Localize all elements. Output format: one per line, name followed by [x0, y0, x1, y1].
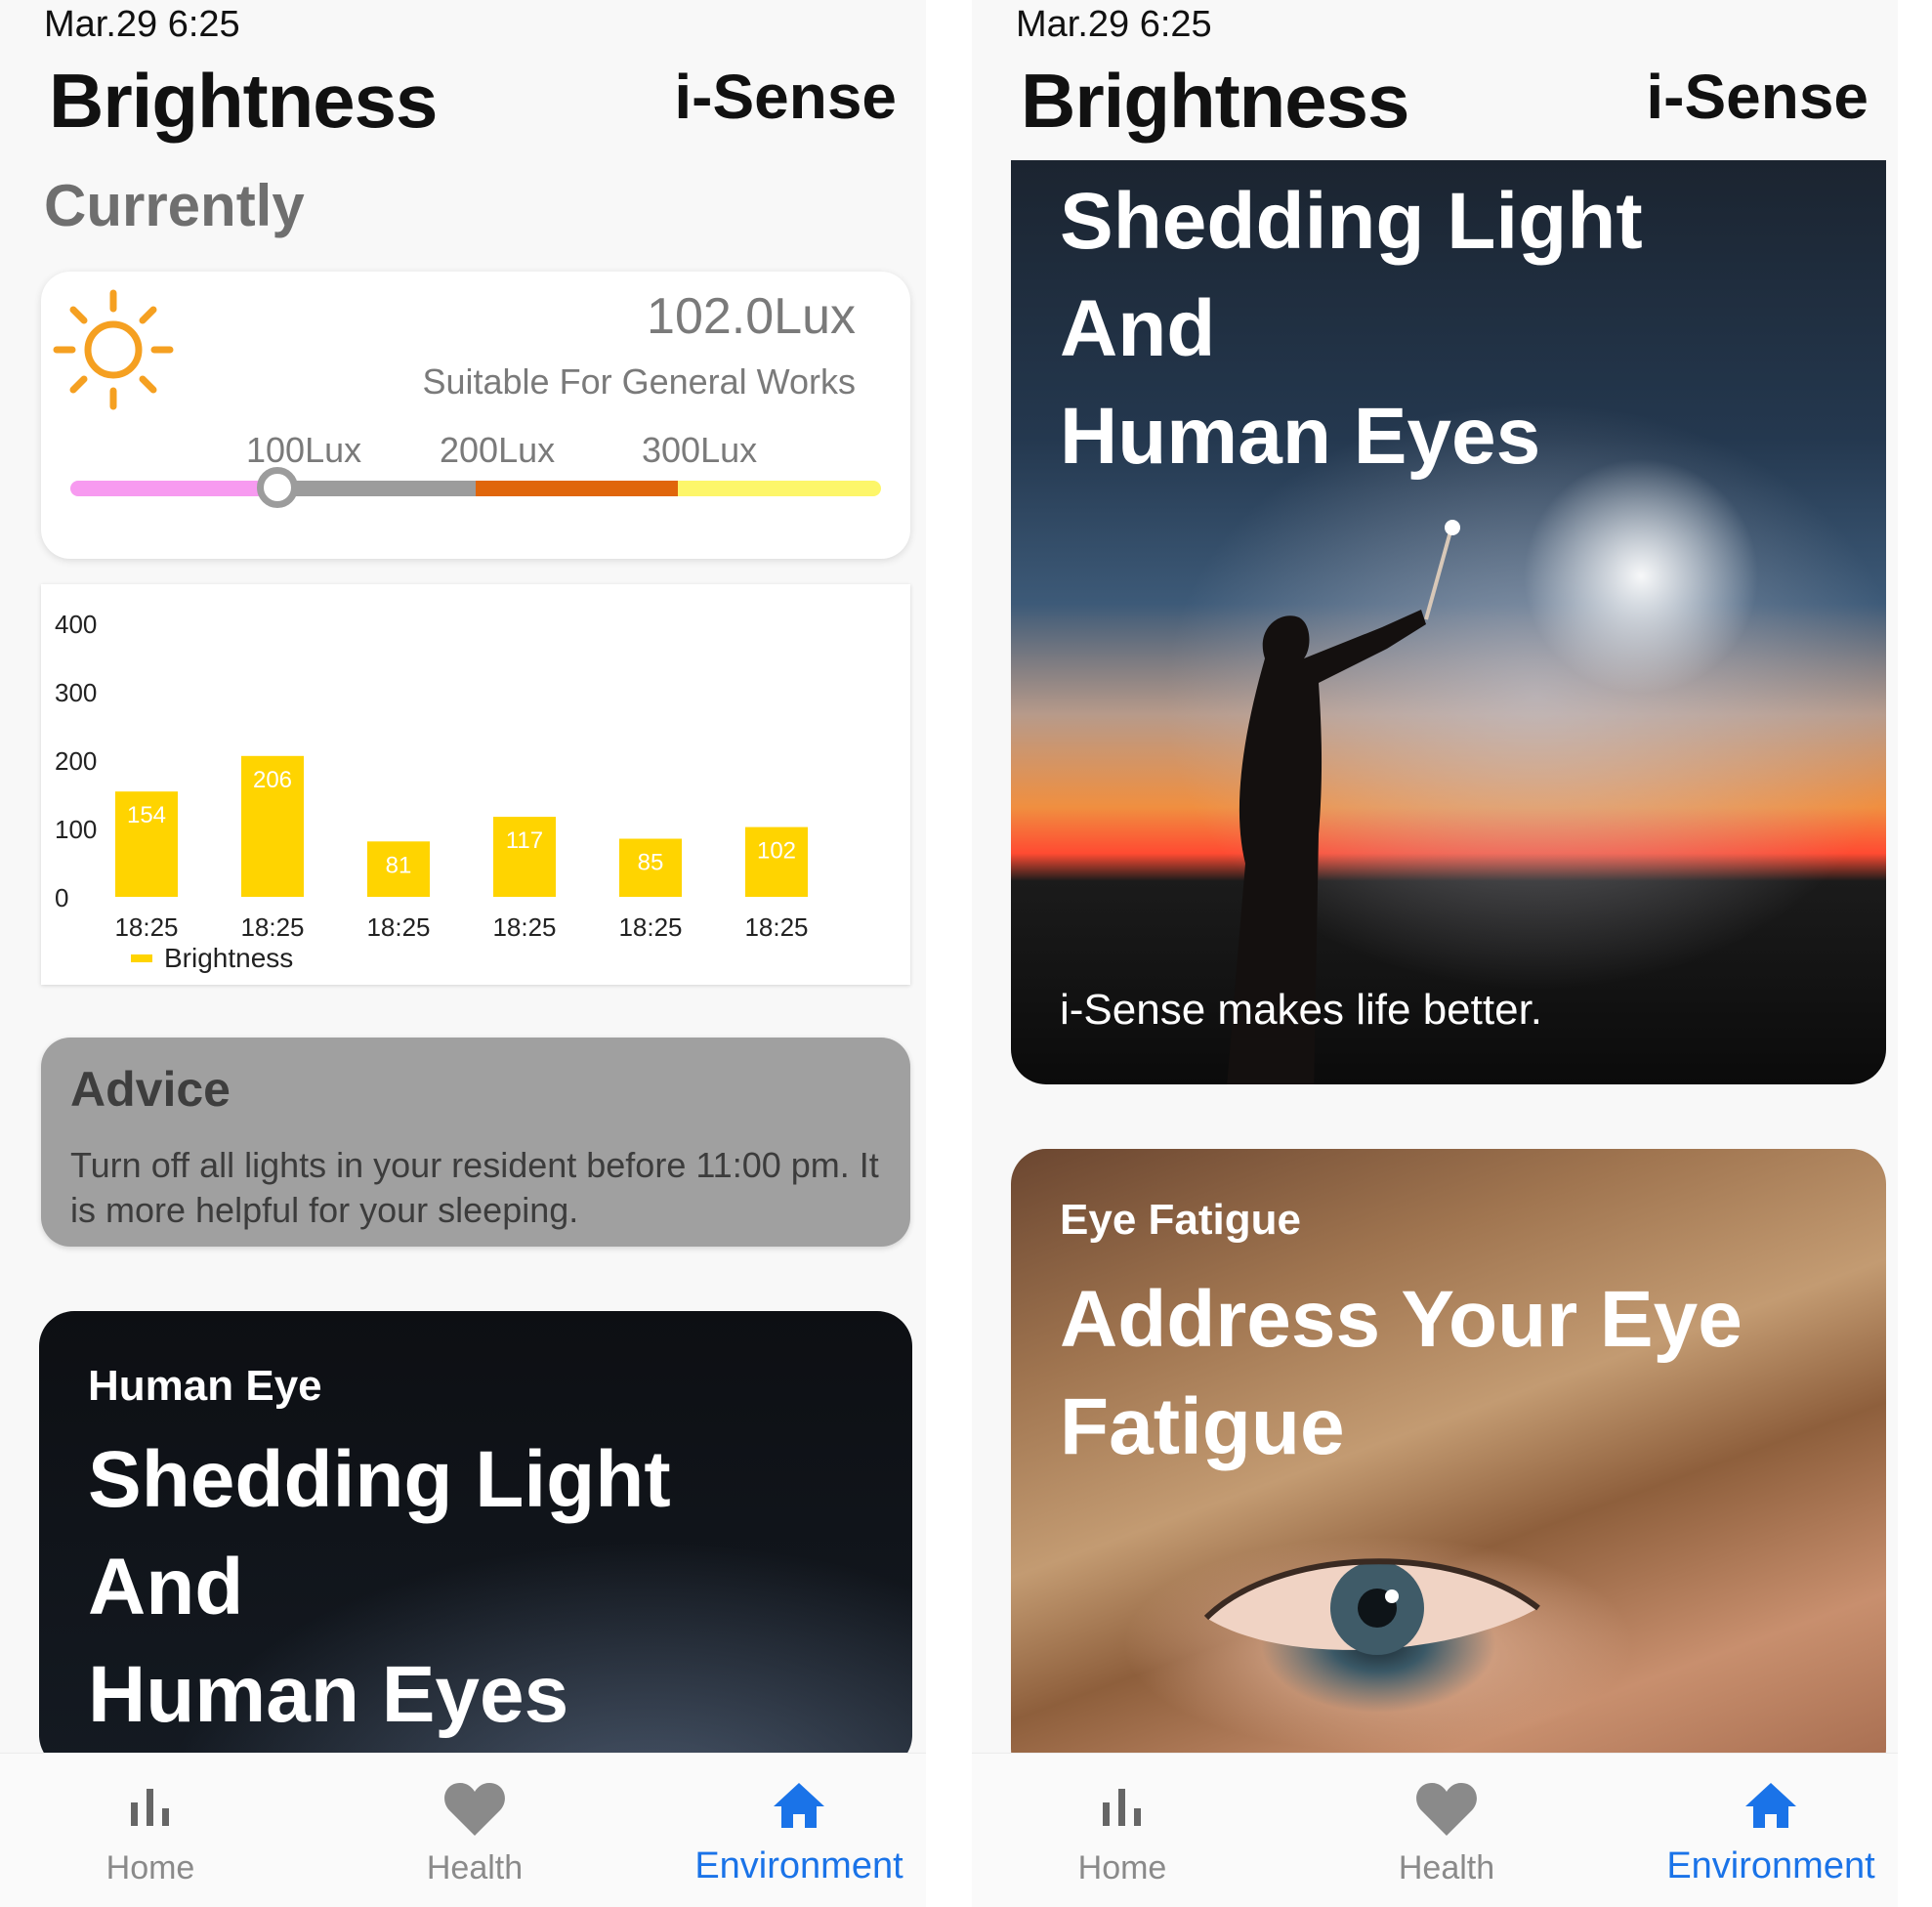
bar-value-label: 117 — [506, 827, 543, 854]
article-headline-line: Fatigue — [1060, 1382, 1345, 1471]
article-tagline: i-Sense makes life better. — [1060, 986, 1543, 1034]
home-icon — [774, 1783, 824, 1828]
sun-icon — [53, 289, 174, 410]
page-title: Brightness — [1021, 58, 1409, 144]
x-tick-label: 18:25 — [492, 912, 556, 942]
scale-segment-normal — [273, 481, 476, 496]
article-headline-line: And — [88, 1543, 244, 1632]
page-title: Brightness — [49, 58, 438, 144]
article-headline-line: And — [1060, 284, 1216, 373]
x-tick-label: 18:25 — [114, 912, 178, 942]
nav-item-environment[interactable]: Environment — [1624, 1754, 1898, 1907]
y-tick-label: 200 — [55, 746, 97, 776]
bottom-nav: Home Health Environment — [972, 1753, 1898, 1907]
article-headline-line: Human Eyes — [1060, 392, 1541, 481]
status-time: Mar.29 6:25 — [44, 4, 240, 45]
nav-label-health: Health — [426, 1849, 524, 1886]
bar-value-label: 81 — [386, 852, 412, 878]
scale-tick-200: 200Lux — [440, 430, 556, 470]
article-headline: Shedding Light And Human Eyes — [1060, 168, 1643, 490]
right-screen: Mar.29 6:25 Brightness i-Sense Shedding … — [972, 0, 1898, 1907]
article-headline-line: Shedding Light — [88, 1435, 671, 1524]
article-card-eye-fatigue[interactable]: Eye Fatigue Address Your Eye Fatigue — [1011, 1149, 1886, 1784]
nav-label-home: Home — [105, 1849, 195, 1886]
y-tick-label: 400 — [55, 610, 97, 639]
home-icon — [1745, 1783, 1796, 1828]
x-tick-label: 18:25 — [366, 912, 430, 942]
bar-value-label: 85 — [638, 850, 664, 876]
x-tick-label: 18:25 — [744, 912, 808, 942]
nav-label-home: Home — [1077, 1849, 1167, 1886]
article-headline-line: Human Eyes — [88, 1650, 569, 1739]
bar-value-label: 154 — [127, 802, 166, 828]
article-kicker: Human Eye — [88, 1362, 322, 1410]
scale-segment-bright — [476, 481, 678, 496]
section-heading-currently: Currently — [44, 173, 305, 238]
bar-chart-icon — [1103, 1789, 1141, 1826]
eye-image — [1203, 1558, 1540, 1655]
heart-icon — [1416, 1783, 1477, 1836]
scale-tick-100: 100Lux — [246, 430, 362, 470]
scale-segment-very-bright — [678, 481, 881, 496]
nav-item-home[interactable]: Home — [4, 1754, 297, 1907]
brand-logo: i-Sense — [674, 62, 897, 132]
nav-item-environment[interactable]: Environment — [652, 1754, 926, 1907]
lux-value: 102.0Lux — [647, 288, 856, 345]
advice-card[interactable]: Advice Turn off all lights in your resid… — [41, 1038, 910, 1247]
bar-chart-icon — [131, 1789, 169, 1826]
article-card-human-eye[interactable]: Human Eye Shedding Light And Human Eyes — [39, 1311, 912, 1770]
legend-swatch — [131, 954, 152, 962]
current-brightness-card: 102.0Lux Suitable For General Works 100L… — [41, 272, 910, 559]
nav-item-home[interactable]: Home — [976, 1754, 1269, 1907]
scale-tick-300: 300Lux — [642, 430, 758, 470]
bar-value-label: 102 — [757, 838, 796, 865]
status-time: Mar.29 6:25 — [1016, 4, 1212, 45]
brand-logo: i-Sense — [1646, 62, 1869, 132]
brightness-chart: 0 100 200 300 400 154 18:25 206 18:25 81 18:25 117 1… — [41, 584, 910, 985]
brightness-knob[interactable] — [256, 467, 298, 508]
article-kicker: Eye Fatigue — [1060, 1196, 1301, 1244]
y-tick-label: 100 — [55, 815, 97, 844]
brightness-chart-svg: 0 100 200 300 400 154 18:25 206 18:25 81 18:25 117 1… — [55, 610, 809, 973]
left-screen: Mar.29 6:25 Brightness i-Sense Currently… — [0, 0, 926, 1907]
article-headline: Shedding Light And Human Eyes — [88, 1426, 671, 1749]
bottom-nav: Home Health Environment — [0, 1753, 926, 1907]
nav-item-health[interactable]: Health — [1300, 1754, 1593, 1907]
x-tick-label: 18:25 — [618, 912, 682, 942]
legend-label: Brightness — [164, 943, 293, 973]
article-headline: Address Your Eye Fatigue — [1060, 1266, 1743, 1481]
nav-label-environment: Environment — [1666, 1845, 1875, 1886]
article-card-shedding-light[interactable]: Shedding Light And Human Eyes i-Sense ma… — [1011, 160, 1886, 1084]
stage: Mar.29 6:25 Brightness i-Sense Currently… — [0, 0, 1932, 1907]
y-tick-label: 300 — [55, 678, 97, 707]
scale-segment-low — [70, 481, 273, 496]
heart-icon — [444, 1783, 505, 1836]
advice-text: Turn off all lights in your resident bef… — [70, 1145, 879, 1230]
x-tick-label: 18:25 — [240, 912, 304, 942]
advice-title: Advice — [70, 1062, 231, 1117]
lux-description: Suitable For General Works — [422, 361, 856, 402]
bar-value-label: 206 — [253, 767, 292, 793]
article-headline-line: Address Your Eye — [1060, 1275, 1743, 1364]
nav-label-environment: Environment — [694, 1845, 903, 1886]
nav-label-health: Health — [1398, 1849, 1495, 1886]
brightness-scale — [70, 481, 881, 496]
nav-item-health[interactable]: Health — [328, 1754, 621, 1907]
y-tick-label: 0 — [55, 883, 68, 912]
article-headline-line: Shedding Light — [1060, 177, 1643, 266]
